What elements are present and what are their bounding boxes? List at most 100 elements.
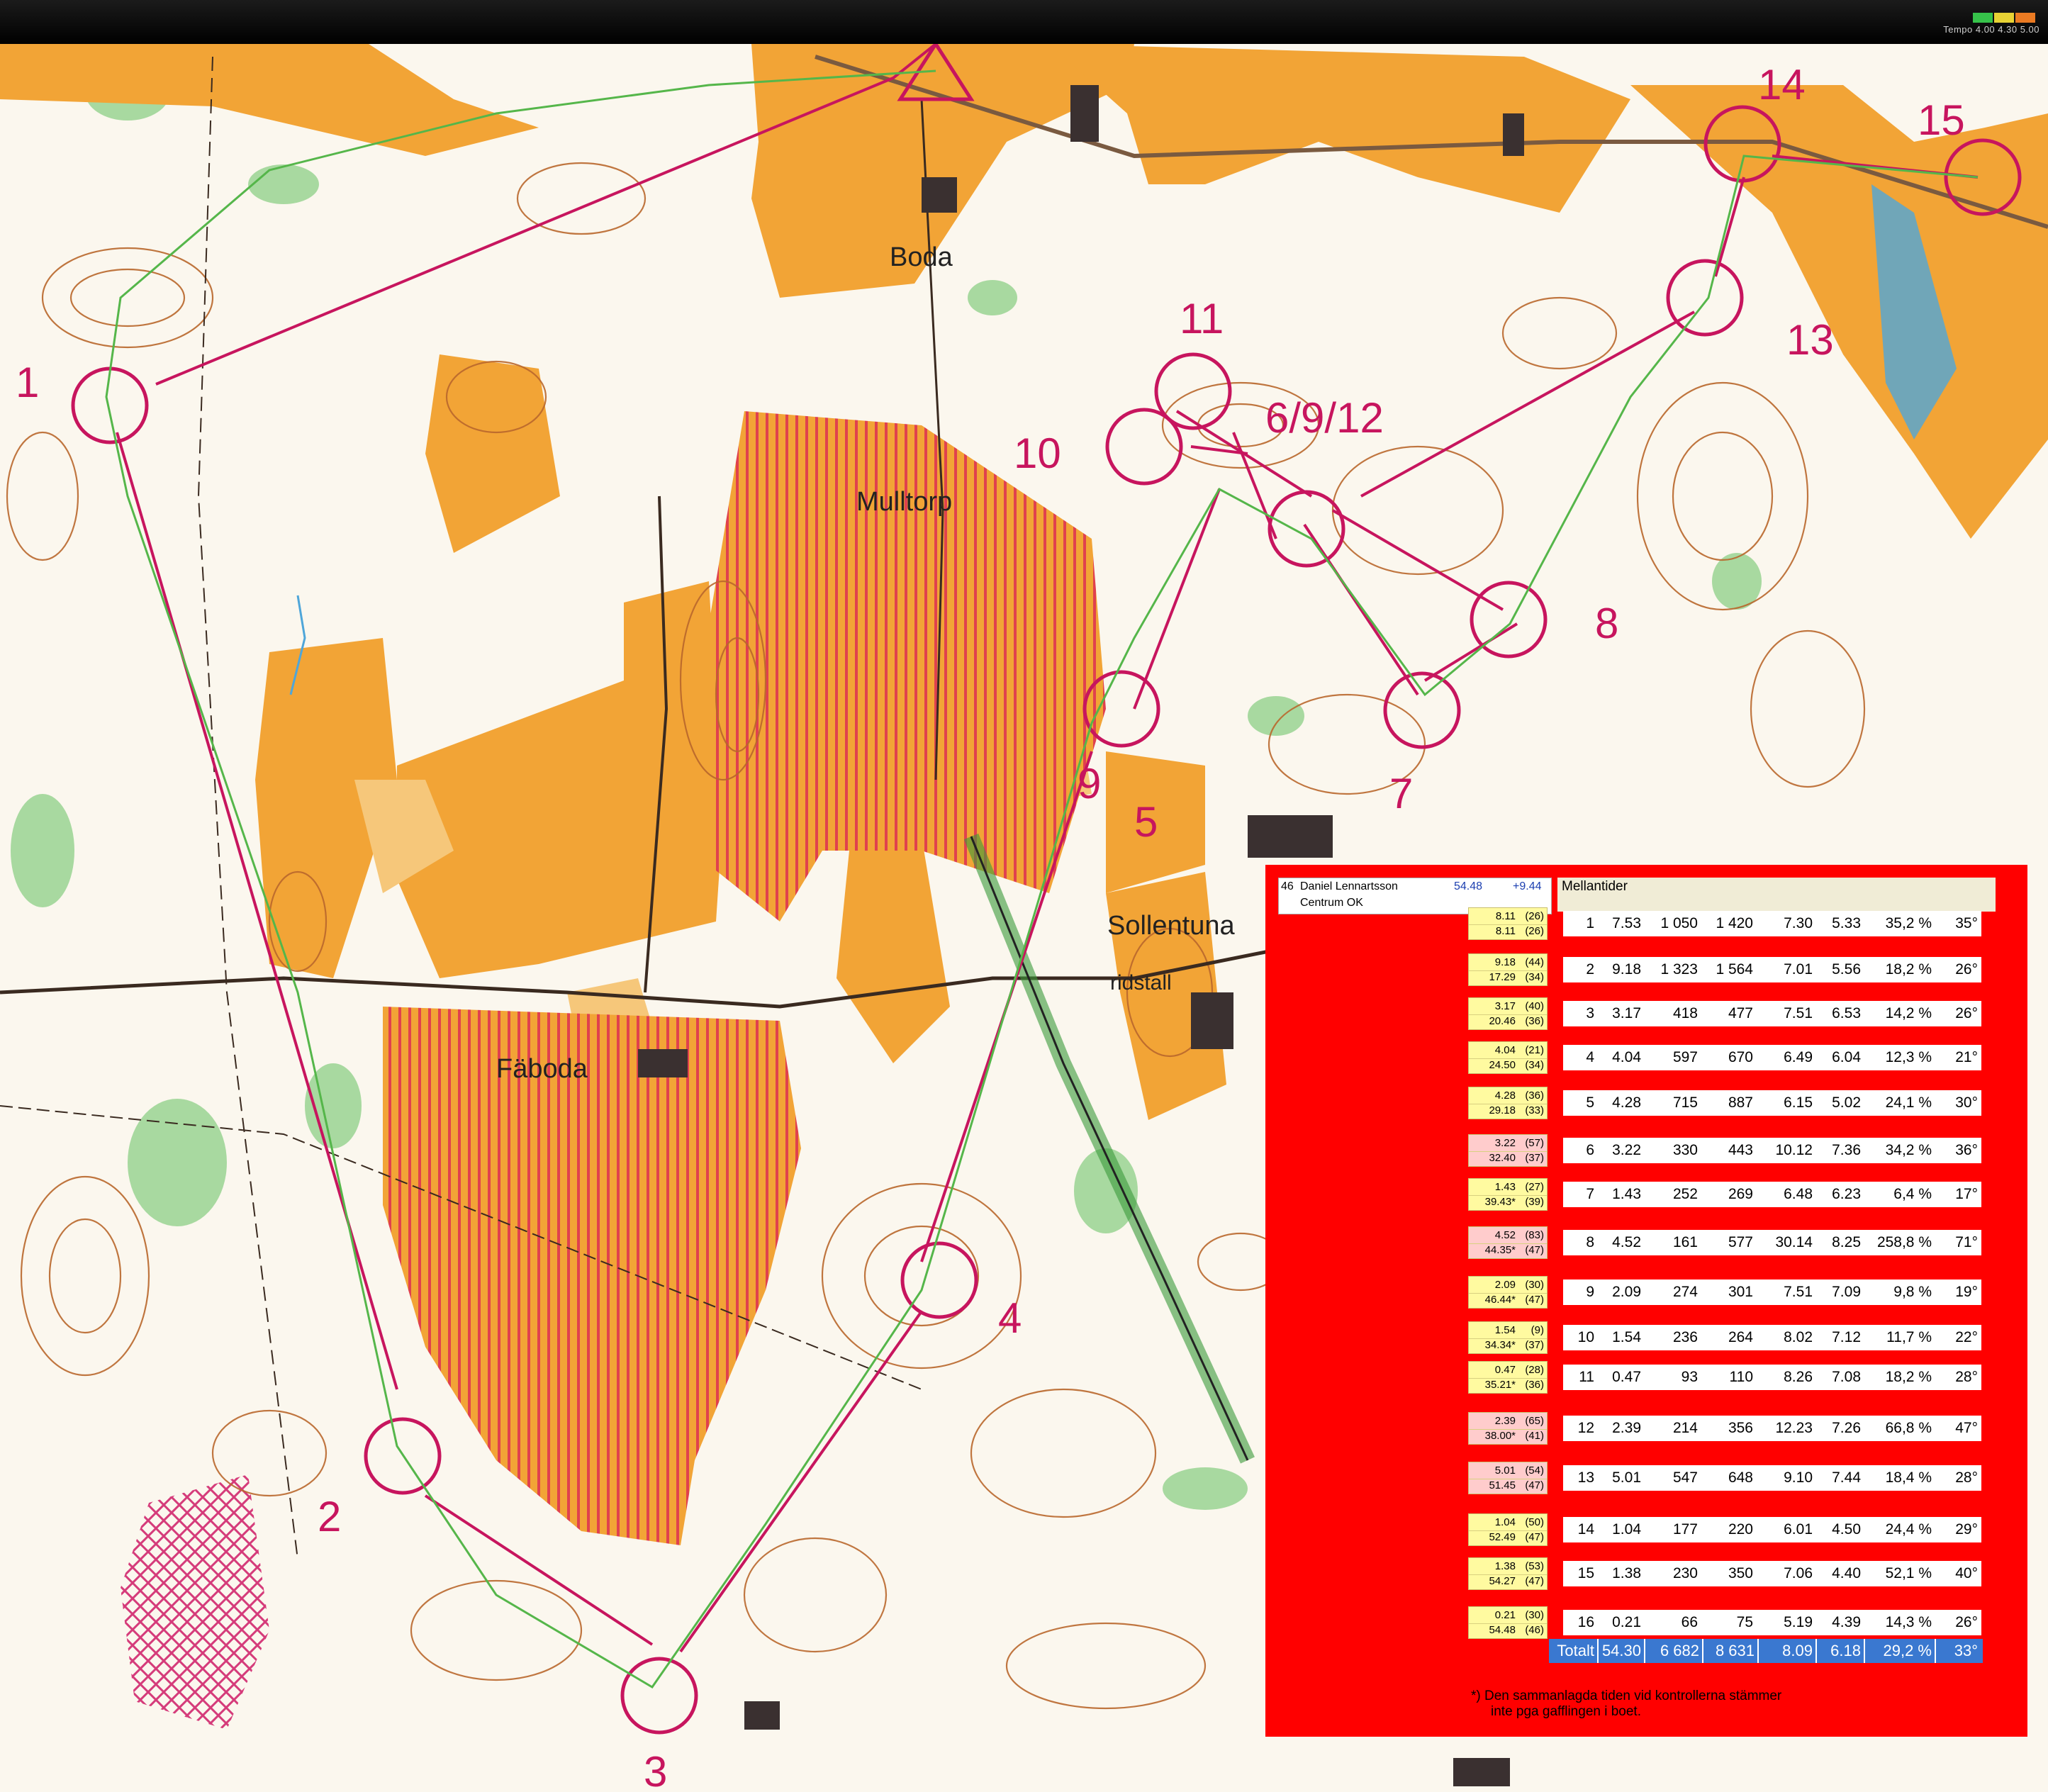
pace-route: 12.23: [1775, 1420, 1813, 1436]
leg-time: 2.09: [1494, 1279, 1516, 1291]
leg-time: 2.39: [1612, 1420, 1641, 1436]
route-distance: 1 420: [1716, 915, 1753, 931]
total-place: (47): [1525, 1294, 1544, 1306]
leg-split: 1.38 (53): [1469, 1560, 1547, 1574]
leg-place: (26): [1525, 910, 1544, 922]
cumulative-cell: 0.21 (30) 54.48 (46): [1468, 1606, 1548, 1639]
tempo-bar: [1973, 13, 1993, 23]
pace-route: 7.51: [1784, 1284, 1813, 1300]
leg-split: 4.28 (36): [1469, 1090, 1547, 1104]
route-angle: 36°: [1955, 1142, 1978, 1158]
pace-route: 30.14: [1775, 1234, 1813, 1250]
route-distance: 301: [1728, 1284, 1753, 1300]
pace-straight: 7.44: [1832, 1469, 1861, 1486]
leg-time: 9.18: [1494, 956, 1516, 968]
straight-distance: 1 050: [1660, 915, 1698, 931]
total-place: (36): [1525, 1015, 1544, 1027]
leg-split: 2.09 (30): [1469, 1279, 1547, 1293]
route-angle: 35°: [1955, 915, 1978, 931]
straight-distance: 330: [1672, 1142, 1698, 1158]
leg-number: 9: [1586, 1284, 1594, 1300]
leg-split: 1.04 (50): [1469, 1516, 1547, 1530]
leg-time: 2.09: [1612, 1284, 1641, 1300]
total-split: 46.44* (47): [1469, 1293, 1547, 1308]
route-distance: 648: [1728, 1469, 1753, 1486]
leg-time: 1.38: [1494, 1560, 1516, 1572]
cumulative-cell: 1.04 (50) 52.49 (47): [1468, 1513, 1548, 1546]
total-route-angle: 33°: [1954, 1642, 1978, 1659]
route-angle: 47°: [1955, 1420, 1978, 1436]
total-separator: [1597, 1639, 1599, 1663]
route-extra-percent: 24,4 %: [1885, 1521, 1932, 1538]
control-label-10: 10: [1014, 430, 1061, 477]
route-distance: 670: [1728, 1049, 1753, 1065]
pace-straight: 8.25: [1832, 1234, 1861, 1250]
straight-distance: 161: [1672, 1234, 1698, 1250]
pace-straight: 6.04: [1832, 1049, 1861, 1065]
total-route-extra-percent: 29,2 %: [1883, 1642, 1932, 1659]
total-place: (39): [1525, 1196, 1544, 1208]
pace-route: 6.48: [1784, 1186, 1813, 1202]
split-row: 8 4.52 161 577 30.14 8.25 258,8 % 71°: [1563, 1230, 1981, 1255]
total-leg-time: 54.30: [1601, 1642, 1641, 1659]
total-time: 39.43*: [1484, 1196, 1516, 1208]
footnote-line-1: *) Den sammanlagda tiden vid kontrollern…: [1471, 1689, 1782, 1703]
leg-time: 3.22: [1494, 1137, 1516, 1149]
pace-route: 6.15: [1784, 1094, 1813, 1111]
control-label-6/9/12: 6/9/12: [1265, 394, 1384, 442]
total-place: (47): [1525, 1244, 1544, 1256]
route-extra-percent: 14,2 %: [1885, 1005, 1932, 1021]
leg-time: 4.28: [1494, 1090, 1516, 1102]
leg-number: 10: [1577, 1329, 1594, 1345]
total-place: (41): [1525, 1430, 1544, 1442]
total-split: 20.46 (36): [1469, 1014, 1547, 1029]
leg-time: 1.43: [1612, 1186, 1641, 1202]
leg-place: (30): [1525, 1609, 1544, 1621]
footnote-line-2: inte pga gafflingen i boet.: [1491, 1704, 1641, 1719]
place-mulltorp: Mulltorp: [856, 487, 952, 517]
pace-route: 10.12: [1775, 1142, 1813, 1158]
leg-number: 7: [1586, 1186, 1594, 1202]
straight-distance: 597: [1672, 1049, 1698, 1065]
straight-distance: 66: [1681, 1614, 1698, 1630]
total-place: (47): [1525, 1479, 1544, 1491]
leg-number: 12: [1577, 1420, 1594, 1436]
total-pace-straight: 6.18: [1830, 1642, 1861, 1659]
leg-place: (27): [1525, 1181, 1544, 1193]
leg-time: 2.39: [1494, 1415, 1516, 1427]
pace-straight: 4.50: [1832, 1521, 1861, 1538]
route-distance: 269: [1728, 1186, 1753, 1202]
pace-route: 6.01: [1784, 1521, 1813, 1538]
place-boda: Boda: [890, 242, 953, 272]
place-faboda: Fäboda: [496, 1054, 588, 1084]
total-place: (34): [1525, 971, 1544, 983]
runner-number: 46: [1281, 880, 1294, 892]
leg-split: 3.22 (57): [1469, 1137, 1547, 1151]
leg-number: 13: [1577, 1469, 1594, 1486]
total-time: 38.00*: [1484, 1430, 1516, 1442]
leg-time: 0.47: [1494, 1364, 1516, 1376]
footnote: *) Den sammanlagda tiden vid kontrollern…: [1471, 1689, 1910, 1720]
leg-place: (21): [1525, 1044, 1544, 1056]
total-split: 52.49 (47): [1469, 1530, 1547, 1545]
leg-time: 0.21: [1494, 1609, 1516, 1621]
total-time: 29.18: [1489, 1104, 1516, 1116]
leg-number: 14: [1577, 1521, 1594, 1538]
split-row: 4 4.04 597 670 6.49 6.04 12,3 % 21°: [1563, 1045, 1981, 1070]
straight-distance: 252: [1672, 1186, 1698, 1202]
pace-route: 5.19: [1784, 1614, 1813, 1630]
leg-time: 1.04: [1612, 1521, 1641, 1538]
route-angle: 30°: [1955, 1094, 1978, 1111]
tempo-bar: [1994, 13, 2014, 23]
cumulative-cell: 4.28 (36) 29.18 (33): [1468, 1087, 1548, 1119]
pace-straight: 6.23: [1832, 1186, 1861, 1202]
total-split: 17.29 (34): [1469, 970, 1547, 985]
total-time: 35.21*: [1484, 1379, 1516, 1391]
leg-split: 2.39 (65): [1469, 1415, 1547, 1429]
leg-time: 1.43: [1494, 1181, 1516, 1193]
total-pace-route: 8.09: [1782, 1642, 1813, 1659]
route-extra-percent: 12,3 %: [1885, 1049, 1932, 1065]
route-distance: 1 564: [1716, 961, 1753, 978]
total-split: 34.34* (37): [1469, 1338, 1547, 1353]
pace-straight: 5.33: [1832, 915, 1861, 931]
